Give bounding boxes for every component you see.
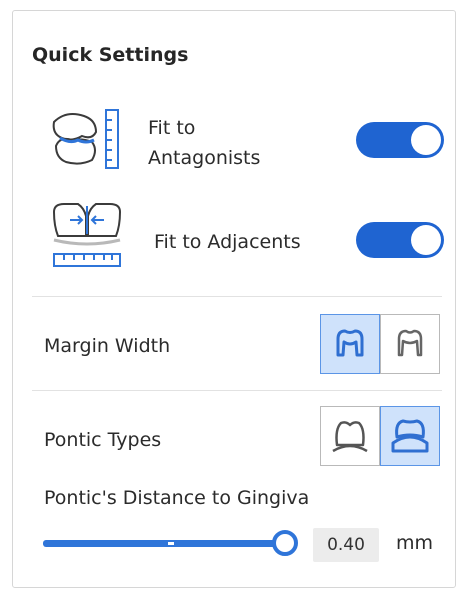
- margin-width-label: Margin Width: [44, 335, 171, 357]
- fit-antagonists-toggle[interactable]: [356, 122, 444, 158]
- adjacent-fit-icon: [52, 203, 122, 267]
- margin-width-option-narrow[interactable]: [380, 314, 440, 374]
- pontic-type-option-2[interactable]: [380, 406, 440, 466]
- fit-adjacents-toggle[interactable]: [356, 222, 444, 258]
- pontic-distance-value[interactable]: 0.40: [313, 528, 379, 562]
- section-divider: [32, 296, 442, 297]
- pontic-type-2-icon: [391, 419, 429, 453]
- unit-label: mm: [396, 532, 434, 554]
- section-divider: [32, 390, 442, 391]
- margin-width-option-wide[interactable]: [320, 314, 380, 374]
- antagonist-fit-icon: [52, 109, 119, 169]
- narrow-margin-tooth-icon: [397, 329, 423, 357]
- slider-thumb[interactable]: [272, 530, 298, 556]
- pontic-type-option-1[interactable]: [320, 406, 380, 466]
- wide-margin-tooth-icon: [336, 329, 364, 357]
- pontic-distance-label: Pontic's Distance to Gingiva: [44, 487, 310, 509]
- pontic-types-label: Pontic Types: [44, 429, 162, 451]
- slider-default-marker: [168, 542, 174, 545]
- fit-adjacents-label: Fit to Adjacents: [154, 231, 301, 253]
- panel-title: Quick Settings: [32, 44, 189, 66]
- pontic-type-1-icon: [332, 421, 368, 453]
- pontic-distance-slider[interactable]: [43, 540, 285, 547]
- toggle-knob: [411, 125, 441, 155]
- toggle-knob: [411, 225, 441, 255]
- fit-antagonists-label-line1: Fit to: [148, 117, 196, 139]
- fit-antagonists-label-line2: Antagonists: [148, 147, 261, 169]
